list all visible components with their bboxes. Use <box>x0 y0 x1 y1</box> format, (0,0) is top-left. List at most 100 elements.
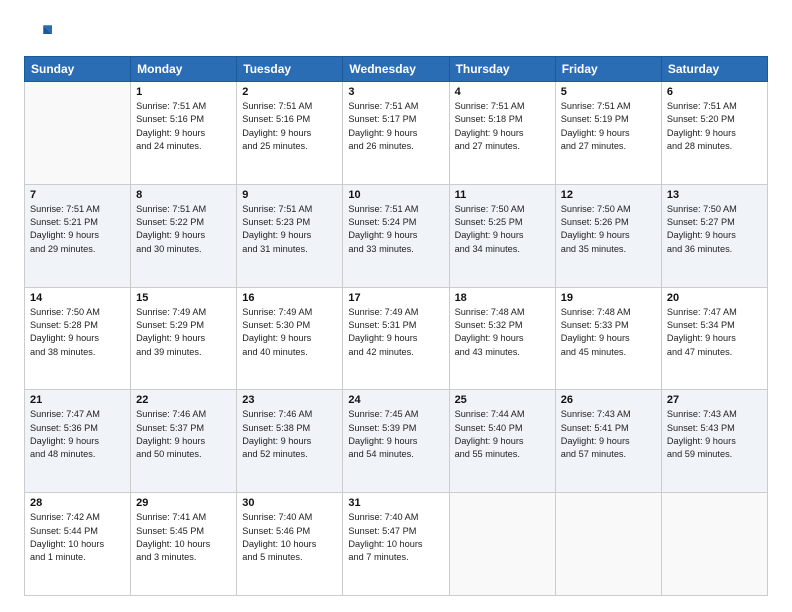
col-header-saturday: Saturday <box>661 57 767 82</box>
day-info: Sunrise: 7:51 AM Sunset: 5:22 PM Dayligh… <box>136 203 231 256</box>
day-number: 9 <box>242 189 337 201</box>
day-cell: 17Sunrise: 7:49 AM Sunset: 5:31 PM Dayli… <box>343 287 449 390</box>
day-number: 3 <box>348 86 443 98</box>
day-number: 21 <box>30 394 125 406</box>
day-number: 13 <box>667 189 762 201</box>
day-cell: 20Sunrise: 7:47 AM Sunset: 5:34 PM Dayli… <box>661 287 767 390</box>
day-info: Sunrise: 7:40 AM Sunset: 5:47 PM Dayligh… <box>348 511 443 564</box>
week-row-2: 7 Sunrise: 7:51 AM Sunset: 5:21 PM Daylig… <box>25 184 768 287</box>
day-info: Sunrise: 7:51 AM Sunset: 5:17 PM Dayligh… <box>348 100 443 153</box>
col-header-sunday: Sunday <box>25 57 131 82</box>
day-cell: 29 Sunrise: 7:41 AM Sunset: 5:45 PM Dayli… <box>131 493 237 596</box>
day-info: Sunrise: 7:51 AM Sunset: 5:19 PM Dayligh… <box>561 100 656 153</box>
col-header-friday: Friday <box>555 57 661 82</box>
day-cell: 10 Sunrise: 7:51 AM Sunset: 5:24 PM Dayli… <box>343 184 449 287</box>
col-header-monday: Monday <box>131 57 237 82</box>
week-row-4: 21 Sunrise: 7:47 AM Sunset: 5:36 PM Dayli… <box>25 390 768 493</box>
day-cell: 23Sunrise: 7:46 AM Sunset: 5:38 PM Dayli… <box>237 390 343 493</box>
day-cell: 3 Sunrise: 7:51 AM Sunset: 5:17 PM Daylig… <box>343 82 449 185</box>
day-info: Sunrise: 7:50 AM Sunset: 5:25 PM Dayligh… <box>455 203 550 256</box>
day-cell <box>555 493 661 596</box>
day-info: Sunrise: 7:51 AM Sunset: 5:23 PM Dayligh… <box>242 203 337 256</box>
day-cell: 26 Sunrise: 7:43 AM Sunset: 5:41 PM Dayli… <box>555 390 661 493</box>
day-cell: 5 Sunrise: 7:51 AM Sunset: 5:19 PM Daylig… <box>555 82 661 185</box>
day-number: 27 <box>667 394 762 406</box>
day-info: Sunrise: 7:49 AM Sunset: 5:30 PM Dayligh… <box>242 306 337 359</box>
day-number: 22 <box>136 394 231 406</box>
day-cell <box>25 82 131 185</box>
day-number: 23 <box>242 394 337 406</box>
day-info: Sunrise: 7:51 AM Sunset: 5:24 PM Dayligh… <box>348 203 443 256</box>
day-number: 4 <box>455 86 550 98</box>
day-cell: 27 Sunrise: 7:43 AM Sunset: 5:43 PM Dayli… <box>661 390 767 493</box>
day-cell: 1Sunrise: 7:51 AM Sunset: 5:16 PM Daylig… <box>131 82 237 185</box>
day-cell: 6 Sunrise: 7:51 AM Sunset: 5:20 PM Daylig… <box>661 82 767 185</box>
page: SundayMondayTuesdayWednesdayThursdayFrid… <box>0 0 792 612</box>
day-number: 14 <box>30 292 125 304</box>
day-info: Sunrise: 7:50 AM Sunset: 5:27 PM Dayligh… <box>667 203 762 256</box>
day-cell: 31Sunrise: 7:40 AM Sunset: 5:47 PM Dayli… <box>343 493 449 596</box>
day-info: Sunrise: 7:51 AM Sunset: 5:20 PM Dayligh… <box>667 100 762 153</box>
day-cell: 14Sunrise: 7:50 AM Sunset: 5:28 PM Dayli… <box>25 287 131 390</box>
day-cell: 16 Sunrise: 7:49 AM Sunset: 5:30 PM Dayli… <box>237 287 343 390</box>
day-number: 2 <box>242 86 337 98</box>
day-cell: 15 Sunrise: 7:49 AM Sunset: 5:29 PM Dayli… <box>131 287 237 390</box>
day-info: Sunrise: 7:51 AM Sunset: 5:16 PM Dayligh… <box>242 100 337 153</box>
day-number: 26 <box>561 394 656 406</box>
day-info: Sunrise: 7:41 AM Sunset: 5:45 PM Dayligh… <box>136 511 231 564</box>
day-number: 6 <box>667 86 762 98</box>
day-number: 7 <box>30 189 125 201</box>
day-info: Sunrise: 7:46 AM Sunset: 5:37 PM Dayligh… <box>136 408 231 461</box>
day-info: Sunrise: 7:49 AM Sunset: 5:29 PM Dayligh… <box>136 306 231 359</box>
day-info: Sunrise: 7:50 AM Sunset: 5:26 PM Dayligh… <box>561 203 656 256</box>
day-number: 29 <box>136 497 231 509</box>
day-number: 24 <box>348 394 443 406</box>
day-number: 8 <box>136 189 231 201</box>
day-cell <box>661 493 767 596</box>
day-cell: 9 Sunrise: 7:51 AM Sunset: 5:23 PM Daylig… <box>237 184 343 287</box>
header-row: SundayMondayTuesdayWednesdayThursdayFrid… <box>25 57 768 82</box>
day-number: 16 <box>242 292 337 304</box>
day-number: 11 <box>455 189 550 201</box>
day-number: 25 <box>455 394 550 406</box>
header <box>24 20 768 48</box>
col-header-thursday: Thursday <box>449 57 555 82</box>
day-cell: 8 Sunrise: 7:51 AM Sunset: 5:22 PM Daylig… <box>131 184 237 287</box>
day-cell: 24 Sunrise: 7:45 AM Sunset: 5:39 PM Dayli… <box>343 390 449 493</box>
day-info: Sunrise: 7:43 AM Sunset: 5:41 PM Dayligh… <box>561 408 656 461</box>
logo-icon <box>24 20 52 48</box>
day-number: 19 <box>561 292 656 304</box>
day-cell: 21 Sunrise: 7:47 AM Sunset: 5:36 PM Dayli… <box>25 390 131 493</box>
day-info: Sunrise: 7:51 AM Sunset: 5:18 PM Dayligh… <box>455 100 550 153</box>
day-cell: 25Sunrise: 7:44 AM Sunset: 5:40 PM Dayli… <box>449 390 555 493</box>
logo <box>24 20 56 48</box>
day-number: 15 <box>136 292 231 304</box>
day-number: 18 <box>455 292 550 304</box>
day-cell: 13 Sunrise: 7:50 AM Sunset: 5:27 PM Dayli… <box>661 184 767 287</box>
day-number: 5 <box>561 86 656 98</box>
day-cell: 19Sunrise: 7:48 AM Sunset: 5:33 PM Dayli… <box>555 287 661 390</box>
day-number: 28 <box>30 497 125 509</box>
day-number: 12 <box>561 189 656 201</box>
day-info: Sunrise: 7:51 AM Sunset: 5:21 PM Dayligh… <box>30 203 125 256</box>
day-cell: 7 Sunrise: 7:51 AM Sunset: 5:21 PM Daylig… <box>25 184 131 287</box>
day-cell <box>449 493 555 596</box>
day-cell: 11 Sunrise: 7:50 AM Sunset: 5:25 PM Dayli… <box>449 184 555 287</box>
day-info: Sunrise: 7:45 AM Sunset: 5:39 PM Dayligh… <box>348 408 443 461</box>
day-cell: 4 Sunrise: 7:51 AM Sunset: 5:18 PM Daylig… <box>449 82 555 185</box>
day-number: 10 <box>348 189 443 201</box>
day-info: Sunrise: 7:48 AM Sunset: 5:32 PM Dayligh… <box>455 306 550 359</box>
day-number: 1 <box>136 86 231 98</box>
day-info: Sunrise: 7:49 AM Sunset: 5:31 PM Dayligh… <box>348 306 443 359</box>
week-row-5: 28 Sunrise: 7:42 AM Sunset: 5:44 PM Dayli… <box>25 493 768 596</box>
week-row-3: 14Sunrise: 7:50 AM Sunset: 5:28 PM Dayli… <box>25 287 768 390</box>
day-cell: 28 Sunrise: 7:42 AM Sunset: 5:44 PM Dayli… <box>25 493 131 596</box>
calendar-table: SundayMondayTuesdayWednesdayThursdayFrid… <box>24 56 768 596</box>
week-row-1: 1 Sunrise: 7:51 AM Sunset: 5:16 PM Daylig… <box>25 82 768 185</box>
day-info: Sunrise: 7:47 AM Sunset: 5:34 PM Dayligh… <box>667 306 762 359</box>
day-info: Sunrise: 7:40 AM Sunset: 5:46 PM Dayligh… <box>242 511 337 564</box>
day-cell: 30Sunrise: 7:40 AM Sunset: 5:46 PM Dayli… <box>237 493 343 596</box>
day-info: Sunrise: 7:42 AM Sunset: 5:44 PM Dayligh… <box>30 511 125 564</box>
day-info: Sunrise: 7:47 AM Sunset: 5:36 PM Dayligh… <box>30 408 125 461</box>
day-info: Sunrise: 7:43 AM Sunset: 5:43 PM Dayligh… <box>667 408 762 461</box>
